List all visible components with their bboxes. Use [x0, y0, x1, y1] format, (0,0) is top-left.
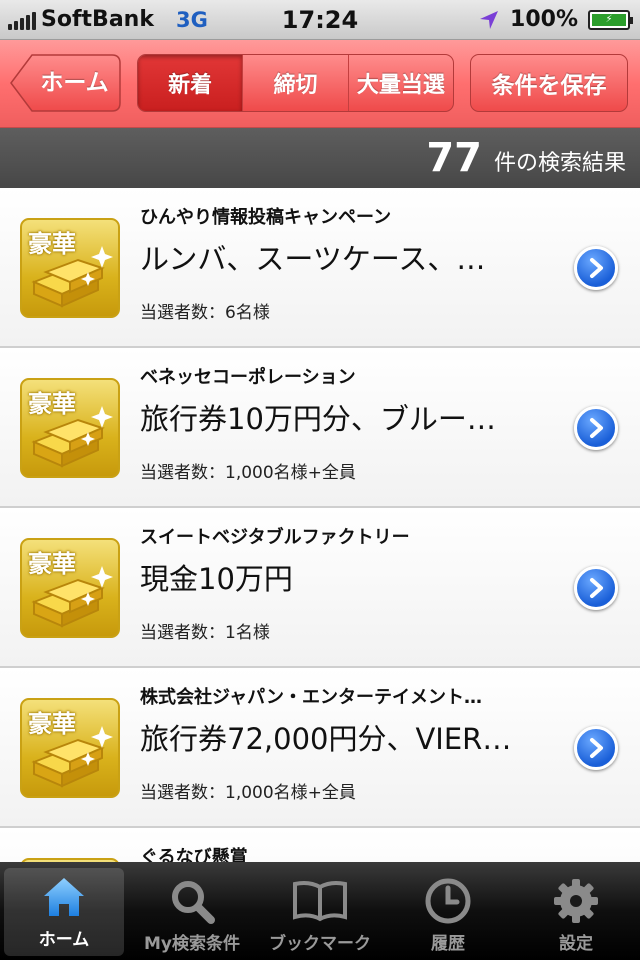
list-item[interactable]: 豪華 ベネッセコーポレーション 旅行券10万円分、ブルー… 当選者数：1,000…	[0, 348, 640, 508]
filter-segmented-control: 新着 締切 大量当選	[137, 54, 454, 112]
clock-icon	[424, 873, 472, 929]
tab-my-search[interactable]: My検索条件	[128, 862, 256, 960]
list-item[interactable]: 豪華 ぐるなび懸賞	[0, 828, 640, 862]
results-list: 豪華 ひんやり情報投稿キャンペーン ルンバ、スーツケース、… 当選者数：6名様 …	[0, 188, 640, 862]
item-prize: 旅行券72,000円分、VIER…	[140, 722, 512, 756]
tab-history-label: 履歴	[431, 934, 465, 954]
badge-label: 豪華	[28, 710, 76, 738]
item-sponsor: 株式会社ジャパン・エンターテイメント…	[140, 687, 482, 708]
chevron-right-icon[interactable]	[574, 406, 618, 450]
tab-bar: ホーム My検索条件 ブックマーク 履歴 設定	[0, 862, 640, 960]
segment-mass-winners[interactable]: 大量当選	[347, 55, 453, 111]
location-arrow-icon	[478, 9, 500, 31]
tab-bookmark[interactable]: ブックマーク	[256, 862, 384, 960]
gold-bars-badge: 豪華	[20, 698, 120, 798]
save-conditions-button[interactable]: 条件を保存	[470, 54, 628, 112]
results-count: 77	[426, 135, 482, 181]
nav-bar: ホーム 新着 締切 大量当選 条件を保存	[0, 40, 640, 128]
gold-bars-badge: 豪華	[20, 218, 120, 318]
tab-home-label: ホーム	[38, 930, 90, 950]
home-back-button[interactable]: ホーム	[10, 54, 121, 112]
tab-home[interactable]: ホーム	[4, 868, 124, 956]
item-sponsor: ひんやり情報投稿キャンペーン	[140, 207, 392, 228]
home-back-label: ホーム	[40, 70, 109, 96]
tab-settings-label: 設定	[559, 934, 593, 954]
badge-label: 豪華	[28, 230, 76, 258]
signal-icon	[8, 10, 36, 30]
chevron-right-icon[interactable]	[574, 246, 618, 290]
item-sponsor: ぐるなび懸賞	[140, 847, 248, 862]
tab-bookmark-label: ブックマーク	[269, 934, 371, 954]
search-icon	[168, 873, 216, 929]
item-sponsor: ベネッセコーポレーション	[140, 367, 356, 388]
home-icon	[40, 869, 88, 925]
carrier-name: SoftBank	[41, 7, 154, 32]
battery-percent: 100%	[510, 7, 578, 32]
results-header: 77 件の検索結果	[0, 128, 640, 188]
item-sponsor: スイートベジタブルファクトリー	[140, 527, 410, 548]
tab-settings[interactable]: 設定	[512, 862, 640, 960]
gold-bars-badge: 豪華	[20, 538, 120, 638]
item-prize: 旅行券10万円分、ブルー…	[140, 402, 496, 436]
tab-my-search-label: My検索条件	[144, 934, 240, 954]
badge-label: 豪華	[28, 550, 76, 578]
gold-bars-badge: 豪華	[20, 378, 120, 478]
list-item[interactable]: 豪華 ひんやり情報投稿キャンペーン ルンバ、スーツケース、… 当選者数：6名様	[0, 188, 640, 348]
results-label: 件の検索結果	[493, 151, 626, 176]
badge-label: 豪華	[28, 390, 76, 418]
segment-deadline[interactable]: 締切	[242, 55, 347, 111]
item-winners: 当選者数：1,000名様+全員	[140, 783, 356, 803]
status-bar: SoftBank 3G 17:24 100% ⚡	[0, 0, 640, 40]
battery-icon: ⚡	[588, 9, 633, 30]
item-winners: 当選者数：6名様	[140, 303, 270, 323]
book-icon	[291, 873, 349, 929]
gear-icon	[552, 873, 600, 929]
list-item[interactable]: 豪華 株式会社ジャパン・エンターテイメント… 旅行券72,000円分、VIER……	[0, 668, 640, 828]
network-type: 3G	[175, 7, 208, 32]
item-prize: 現金10万円	[140, 562, 293, 596]
item-prize: ルンバ、スーツケース、…	[140, 242, 486, 276]
item-winners: 当選者数：1,000名様+全員	[140, 463, 356, 483]
segment-new[interactable]: 新着	[138, 55, 243, 111]
chevron-right-icon[interactable]	[574, 566, 618, 610]
tab-history[interactable]: 履歴	[384, 862, 512, 960]
list-item[interactable]: 豪華 スイートベジタブルファクトリー 現金10万円 当選者数：1名様	[0, 508, 640, 668]
chevron-right-icon[interactable]	[574, 726, 618, 770]
item-winners: 当選者数：1名様	[140, 623, 270, 643]
